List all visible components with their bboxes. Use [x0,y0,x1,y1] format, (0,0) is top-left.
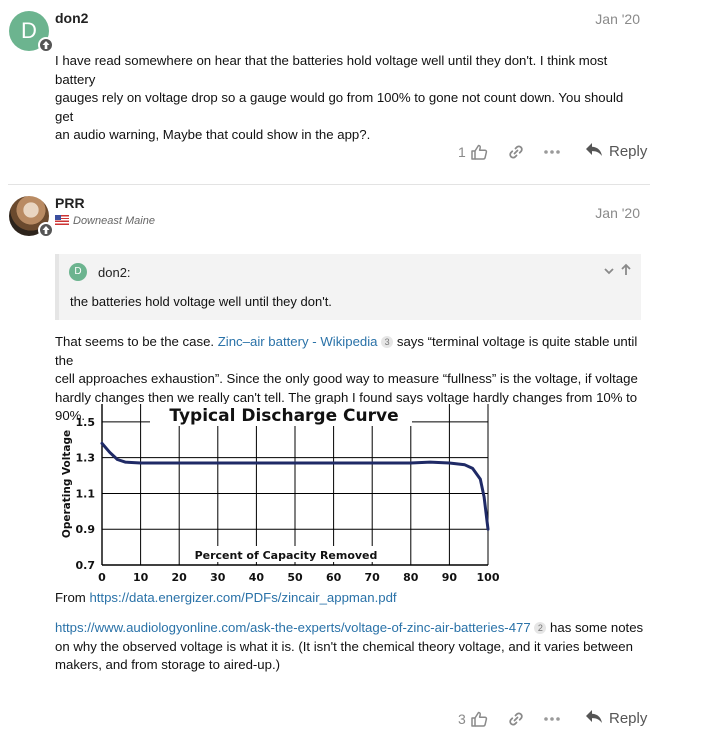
link-icon[interactable] [507,710,525,733]
x-axis-label: Percent of Capacity Removed [195,549,378,562]
user-flair: Downeast Maine [55,215,155,227]
reply-button[interactable]: Reply [585,142,647,160]
arrow-up-icon[interactable] [620,263,632,281]
link-click-count: 2 [534,622,547,634]
post-actions: 3 Reply [0,708,708,732]
quote-block: D don2: the batteries hold voltage well … [55,254,641,320]
more-icon[interactable] [543,710,561,733]
post-date[interactable]: Jan '20 [595,11,640,27]
body-line: That seems to be the case. Zinc–air batt… [55,333,645,370]
more-icon[interactable] [543,143,561,166]
username[interactable]: don2 [55,10,88,26]
x-tick-label: 70 [365,571,381,584]
reply-label: Reply [609,710,648,727]
post-body: I have read somewhere on hear that the b… [55,52,645,145]
body-line: makers, and from storage to aired-up.) [55,657,281,672]
body-line: I have read somewhere on hear that the b… [55,53,608,87]
body-line: on why the observed voltage is what it i… [55,638,633,654]
y-tick-label: 1.3 [76,452,96,465]
body-line: cell approaches exhaustion”. Since the o… [55,371,638,386]
badge-icon [38,37,54,53]
source-line: From https://data.energizer.com/PDFs/zin… [55,589,645,608]
discharge-chart[interactable]: Typical Discharge Curve Percent of Capaci… [60,400,500,588]
text-segment: has some notes [546,620,644,635]
y-tick-label: 1.5 [76,416,96,429]
body-line: gauges rely on voltage drop so a gauge w… [55,90,624,124]
energizer-link[interactable]: https://data.energizer.com/PDFs/zincair_… [89,590,396,605]
x-tick-label: 40 [249,571,265,584]
reply-label: Reply [609,143,648,160]
link-icon[interactable] [507,143,525,166]
y-tick-label: 0.7 [76,559,96,572]
quote-author[interactable]: don2: [98,265,131,280]
quote-text: the batteries hold voltage well until th… [70,294,332,309]
username[interactable]: PRR [55,195,85,211]
reply-button[interactable]: Reply [585,709,647,727]
x-tick-label: 10 [133,571,149,584]
flair-text: Downeast Maine [73,215,155,227]
chevron-down-icon[interactable] [603,264,615,282]
x-tick-label: 30 [210,571,226,584]
post-body-notes: https://www.audiologyonline.com/ask-the-… [55,619,645,675]
x-tick-label: 50 [287,571,303,584]
link-click-count: 3 [381,336,394,348]
y-axis-label: Operating Voltage [61,430,73,538]
post-divider [8,184,650,185]
quote-avatar[interactable]: D [69,263,87,281]
post-actions: 1 Reply [0,141,708,165]
x-tick-label: 80 [403,571,419,584]
y-tick-label: 1.1 [76,487,96,500]
like-count[interactable]: 3 [458,711,466,727]
wikipedia-link[interactable]: Zinc–air battery - Wikipedia [218,334,378,349]
x-tick-label: 90 [442,571,458,584]
chart-svg: Typical Discharge Curve Percent of Capaci… [61,404,500,584]
audiology-link[interactable]: https://www.audiologyonline.com/ask-the-… [55,620,531,635]
us-flag-icon [55,215,69,225]
body-line: https://www.audiologyonline.com/ask-the-… [55,619,645,638]
x-tick-label: 100 [477,571,500,584]
badge-icon [38,222,54,238]
y-tick-label: 0.9 [76,523,96,536]
x-tick-label: 0 [98,571,106,584]
x-tick-label: 60 [326,571,342,584]
chart-title: Typical Discharge Curve [169,406,398,426]
text-segment: That seems to be the case. [55,334,218,349]
like-count[interactable]: 1 [458,144,466,160]
reply-icon [586,143,602,156]
thumbs-up-icon[interactable] [470,710,488,733]
x-tick-label: 20 [172,571,188,584]
from-label: From [55,590,90,605]
reply-icon [586,710,602,723]
post-date[interactable]: Jan '20 [595,205,640,221]
thumbs-up-icon[interactable] [470,143,488,166]
